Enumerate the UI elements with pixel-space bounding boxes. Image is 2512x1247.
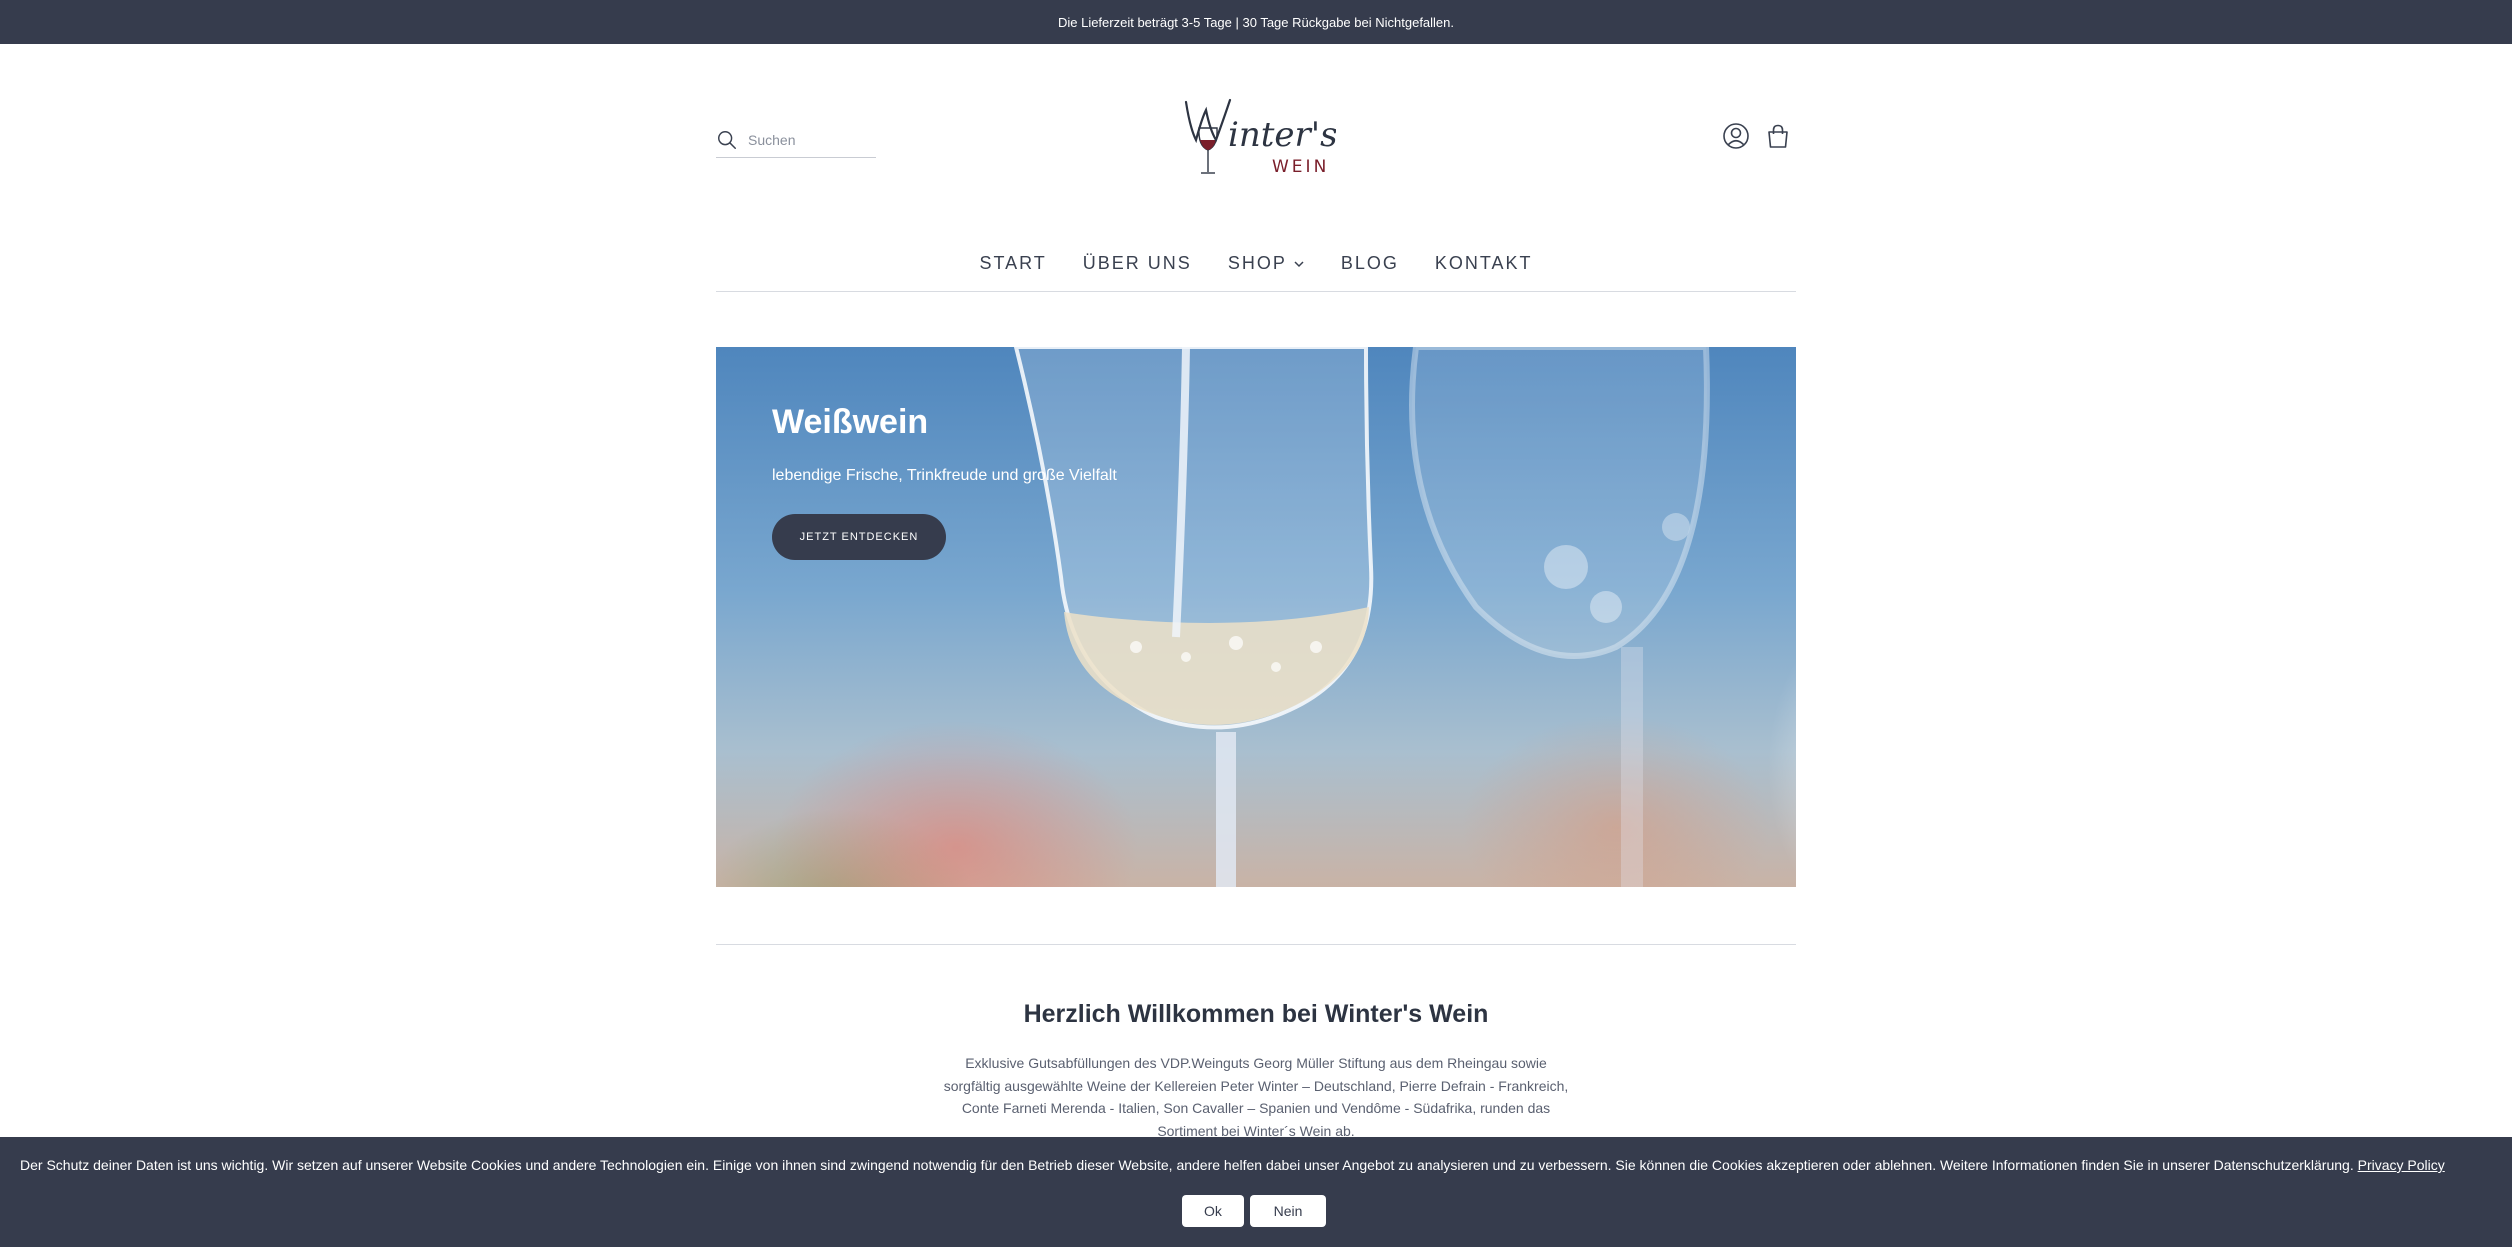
nav-item-shop[interactable]: SHOP bbox=[1228, 253, 1305, 274]
nav-item-ueber-uns[interactable]: ÜBER UNS bbox=[1083, 253, 1192, 274]
welcome-title: Herzlich Willkommen bei Winter's Wein bbox=[1023, 1000, 1489, 1028]
header-icons bbox=[1722, 122, 1792, 150]
svg-text:WEIN: WEIN bbox=[1272, 157, 1329, 177]
nav-item-start[interactable]: START bbox=[979, 253, 1046, 274]
svg-text:inter's: inter's bbox=[1228, 115, 1336, 155]
nav-item-label: BLOG bbox=[1340, 253, 1399, 273]
cookie-decline-button[interactable]: Nein bbox=[1250, 1195, 1326, 1227]
chevron-down-icon bbox=[1294, 260, 1304, 267]
logo[interactable]: inter's WEIN bbox=[1176, 88, 1336, 188]
section-divider bbox=[716, 944, 1796, 945]
search-icon[interactable] bbox=[716, 129, 738, 151]
nav-item-kontakt[interactable]: KONTAKT bbox=[1435, 253, 1533, 274]
search-field[interactable] bbox=[716, 122, 876, 158]
nav-item-label: SHOP bbox=[1227, 253, 1287, 273]
privacy-policy-link[interactable]: Privacy Policy bbox=[2358, 1157, 2445, 1173]
nav-item-label: START bbox=[979, 253, 1047, 273]
cookie-banner: Der Schutz deiner Daten ist uns wichtig.… bbox=[0, 1137, 2512, 1247]
nav-item-label: KONTAKT bbox=[1434, 253, 1533, 273]
search-input[interactable] bbox=[748, 131, 868, 148]
cookie-accept-button[interactable]: Ok bbox=[1182, 1195, 1244, 1227]
account-icon[interactable] bbox=[1722, 122, 1750, 150]
nav-item-blog[interactable]: BLOG bbox=[1341, 253, 1399, 274]
cookie-message: Der Schutz deiner Daten ist uns wichtig.… bbox=[20, 1157, 2500, 1173]
main-navigation: START ÜBER UNS SHOP BLOG KONTAKT bbox=[716, 236, 1796, 292]
nav-item-label: ÜBER UNS bbox=[1082, 253, 1192, 273]
welcome-text: Exklusive Gutsabfüllungen des VDP.Weingu… bbox=[943, 1055, 1569, 1139]
discover-button[interactable]: JETZT ENTDECKEN bbox=[772, 514, 946, 560]
winters-wein-logo: inter's WEIN bbox=[1184, 98, 1336, 177]
hero-title: Weißwein bbox=[772, 403, 929, 441]
announcement-text: Die Lieferzeit beträgt 3-5 Tage | 30 Tag… bbox=[1057, 14, 1455, 30]
cookie-text: Der Schutz deiner Daten ist uns wichtig.… bbox=[20, 1157, 2354, 1173]
announcement-bar: Die Lieferzeit beträgt 3-5 Tage | 30 Tag… bbox=[0, 0, 2512, 44]
cart-icon[interactable] bbox=[1764, 122, 1792, 150]
cookie-actions: Ok Nein bbox=[1182, 1195, 1326, 1227]
hero-banner[interactable]: Weißwein lebendige Frische, Trinkfreude … bbox=[716, 347, 1796, 887]
hero-subtitle: lebendige Frische, Trinkfreude und große… bbox=[772, 467, 1117, 484]
